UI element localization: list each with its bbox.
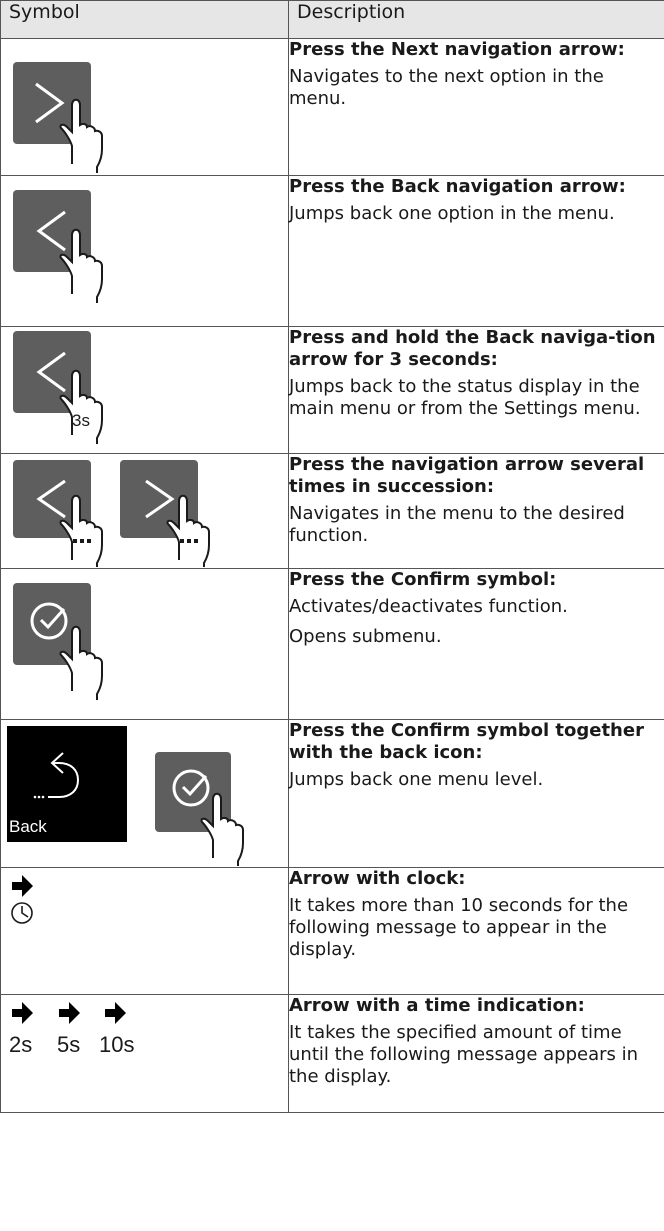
description-cell: Press the Confirm symbol together with t… [288,719,664,868]
row-text: It takes more than 10 seconds for the fo… [289,895,629,960]
row-text: Opens submenu. [289,626,442,647]
row-text: Navigates in the menu to the desired fun… [289,503,625,546]
row-title: Arrow with clock: [289,868,466,889]
table-row: 2s 5s 10s Arrow with a time indication: … [0,994,664,1113]
time-label-2s: 2s [9,1032,32,1057]
row-title: Arrow with a time indication: [289,995,585,1016]
row-text: Jumps back one option in the menu. [289,203,615,224]
row-text: It takes the specified amount of time un… [289,1022,639,1087]
next-arrow-touch-icon [13,62,103,173]
row-title: Press the Confirm symbol together with t… [289,720,644,763]
symbol-cell: 3s [0,326,289,454]
description-cell: Press the Back navigation arrow: Jumps b… [288,175,664,327]
back-confirm-combo-icon: Back [7,726,244,866]
back-arrow-touch-icon [13,190,103,303]
description-cell: Arrow with clock: It takes more than 10 … [288,867,664,995]
row-title: Press the navigation arrow several times… [289,454,645,497]
row-text: Activates/deactivates function. [289,596,568,617]
description-cell: Press the Next navigation arrow: Navigat… [288,38,664,176]
description-cell: Arrow with a time indication: It takes t… [288,994,664,1113]
symbol-cell: Back [0,719,289,868]
symbol-cell [0,175,289,327]
symbol-cell [0,453,289,569]
row-title: Press the Next navigation arrow: [289,39,625,60]
row-title: Press the Confirm symbol: [289,569,557,590]
hold-duration-label: 3s [72,411,90,430]
symbol-cell [0,867,289,995]
time-label-10s: 10s [99,1032,134,1057]
table-row: 3s Press and hold the Back naviga-tion a… [0,326,664,454]
table-row: Press the Back navigation arrow: Jumps b… [0,175,664,327]
table-row: Press the Confirm symbol: Activates/deac… [0,568,664,720]
symbol-cell [0,568,289,720]
table-row: Arrow with clock: It takes more than 10 … [0,867,664,995]
arrow-time-indication-icon: 2s 5s 10s [9,1002,134,1057]
table-row: Press the Next navigation arrow: Navigat… [0,38,664,176]
row-title: Press and hold the Back naviga-tion arro… [289,327,656,370]
multi-press-arrows-icon [13,460,210,567]
symbol-cell [0,38,289,176]
header-description: Description [288,0,664,39]
arrow-clock-icon [11,875,33,924]
confirm-touch-icon [13,583,103,700]
time-label-5s: 5s [57,1032,80,1057]
table-row: Back Press the Confirm symbol together w… [0,719,664,868]
row-text: Navigates to the next option in the menu… [289,66,604,109]
row-text: Jumps back one menu level. [289,769,544,790]
table-header-row: Symbol Description [0,0,664,39]
header-symbol: Symbol [0,0,289,39]
description-cell: Press and hold the Back naviga-tion arro… [288,326,664,454]
description-cell: Press the Confirm symbol: Activates/deac… [288,568,664,720]
back-arrow-hold-3s-icon: 3s [13,331,103,444]
table-row: Press the navigation arrow several times… [0,453,664,569]
description-cell: Press the navigation arrow several times… [288,453,664,569]
row-text: Jumps back to the status display in the … [289,376,641,419]
back-label: Back [9,817,47,836]
row-title: Press the Back navigation arrow: [289,176,626,197]
symbol-cell: 2s 5s 10s [0,994,289,1113]
symbol-table: Symbol Description Press the Next naviga… [0,0,664,1113]
